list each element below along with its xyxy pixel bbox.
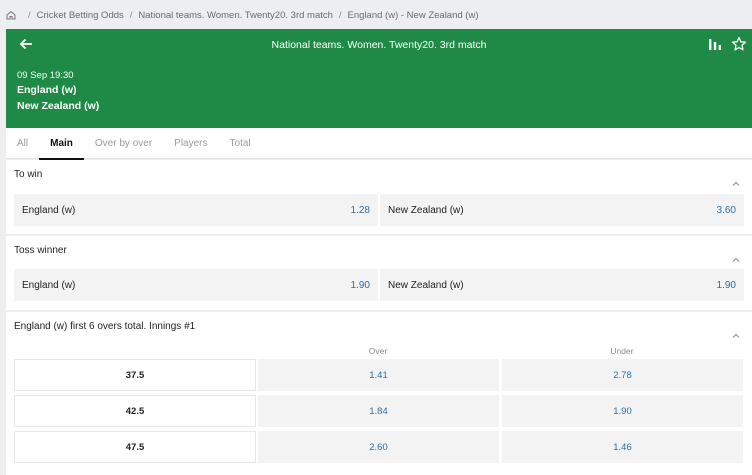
odds-button-away[interactable]: New Zealand (w) 1.90	[380, 269, 744, 301]
market-first-six-overs-total: England (w) first 6 overs total. Innings…	[6, 312, 752, 475]
breadcrumb-item-tournament[interactable]: National teams. Women. Twenty20. 3rd mat…	[138, 10, 333, 21]
market-header[interactable]: Toss winner	[6, 236, 752, 266]
tab-main[interactable]: Main	[39, 128, 84, 160]
favorite-star-icon[interactable]	[731, 36, 747, 52]
odds-button-under[interactable]: 1.90	[502, 395, 743, 427]
odds-button-under[interactable]: 2.78	[502, 359, 743, 391]
odds-button-home[interactable]: England (w) 1.28	[14, 194, 378, 226]
away-team-name: New Zealand (w)	[17, 100, 100, 112]
market-toss-winner: Toss winner England (w) 1.90 New Zealand…	[6, 236, 752, 310]
market-title: England (w) first 6 overs total. Innings…	[14, 321, 196, 332]
breadcrumb-item-cricket[interactable]: Cricket Betting Odds	[37, 10, 124, 21]
chevron-up-icon[interactable]	[732, 171, 740, 186]
odds-button-away[interactable]: New Zealand (w) 3.60	[380, 194, 744, 226]
outcome-name: England (w)	[22, 279, 76, 291]
home-icon[interactable]	[6, 10, 16, 20]
match-header: National teams. Women. Twenty20. 3rd mat…	[6, 29, 752, 128]
market-to-win: To win England (w) 1.28 New Zealand (w) …	[6, 160, 752, 234]
breadcrumb-separator: /	[28, 9, 31, 21]
outcome-price: 1.28	[350, 204, 370, 216]
odds-button-home[interactable]: England (w) 1.90	[14, 269, 378, 301]
outcome-name: England (w)	[22, 204, 76, 216]
column-header-under: Under	[610, 346, 634, 356]
market-title: To win	[14, 169, 43, 180]
odds-button-under[interactable]: 1.46	[502, 431, 743, 463]
match-date: 09 Sep 19:30	[17, 70, 74, 81]
tab-over-by-over[interactable]: Over by over	[84, 128, 163, 159]
tab-all[interactable]: All	[6, 128, 39, 159]
chevron-up-icon[interactable]	[732, 247, 740, 262]
breadcrumb-item-match[interactable]: England (w) - New Zealand (w)	[348, 10, 479, 21]
market-header[interactable]: England (w) first 6 overs total. Innings…	[6, 312, 752, 342]
market-title: Toss winner	[14, 245, 67, 256]
total-line: 37.5	[14, 359, 256, 391]
breadcrumb-separator: /	[129, 9, 133, 21]
column-header-over: Over	[368, 346, 388, 356]
chevron-up-icon[interactable]	[732, 323, 740, 338]
total-line: 42.5	[14, 395, 256, 427]
outcome-price: 3.60	[716, 204, 736, 216]
odds-button-over[interactable]: 1.84	[258, 395, 499, 427]
market-tabs: All Main Over by over Players Total	[6, 128, 752, 160]
outcome-price: 1.90	[716, 279, 736, 291]
tab-total[interactable]: Total	[219, 128, 262, 159]
odds-button-over[interactable]: 1.41	[258, 359, 499, 391]
outcome-name: New Zealand (w)	[388, 279, 464, 291]
page-title: National teams. Women. Twenty20. 3rd mat…	[271, 39, 487, 51]
home-team-name: England (w)	[17, 84, 77, 96]
outcome-price: 1.90	[350, 279, 370, 291]
total-line: 47.5	[14, 431, 256, 463]
outcome-name: New Zealand (w)	[388, 204, 464, 216]
breadcrumb: / Cricket Betting Odds / National teams.…	[0, 0, 752, 30]
statistics-icon[interactable]	[708, 37, 722, 51]
tab-players[interactable]: Players	[163, 128, 218, 159]
breadcrumb-separator: /	[338, 9, 342, 21]
odds-button-over[interactable]: 2.60	[258, 431, 499, 463]
market-header[interactable]: To win	[6, 160, 752, 190]
